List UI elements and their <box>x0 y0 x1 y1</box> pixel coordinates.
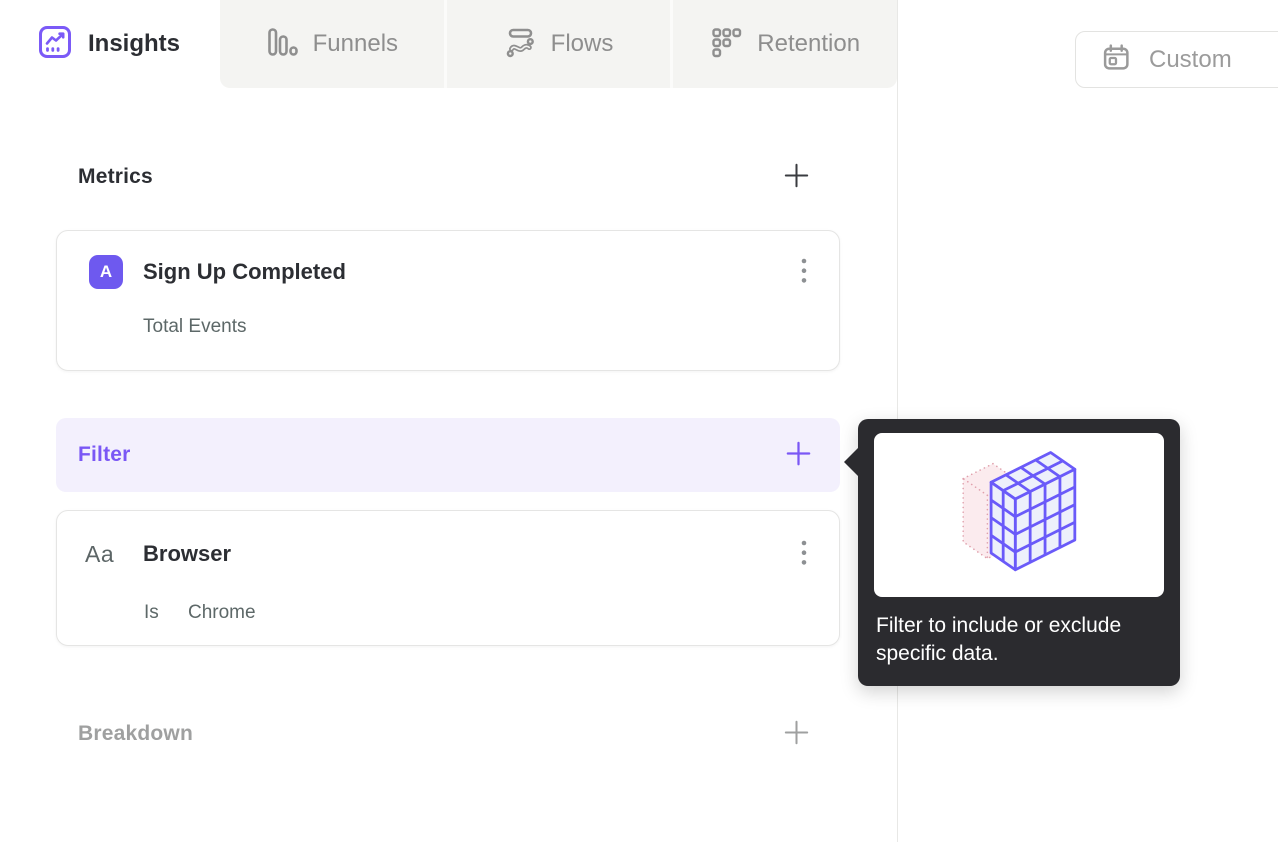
filter-tooltip: Filter to include or exclude specific da… <box>844 419 1180 686</box>
date-range-button[interactable]: Custom <box>1075 31 1278 88</box>
tab-funnels-label: Funnels <box>312 30 399 57</box>
metric-event-name: Sign Up Completed <box>143 259 346 284</box>
metric-measurement[interactable]: Total Events <box>143 316 247 338</box>
filter-card-header: Aa Browser <box>85 537 813 571</box>
tab-retention-label: Retention <box>757 30 861 57</box>
tooltip-arrow-icon <box>844 447 859 477</box>
breakdown-section-header: Breakdown <box>78 718 810 750</box>
cube-filter-illustration <box>912 439 1126 592</box>
tab-insights[interactable]: Insights <box>0 0 218 88</box>
date-range-label: Custom <box>1149 45 1232 73</box>
metric-card-header: A Sign Up Completed <box>89 255 813 289</box>
insights-report-builder: Insights Funnels Flows Retention Custom … <box>0 0 1278 842</box>
flows-icon <box>504 26 536 63</box>
plus-icon <box>783 719 810 749</box>
filter-card[interactable]: Aa Browser Is Chrome <box>56 510 840 646</box>
funnels-icon <box>266 26 298 63</box>
filter-value[interactable]: Chrome <box>188 602 256 624</box>
plus-icon <box>785 440 812 470</box>
tab-flows-label: Flows <box>550 30 614 57</box>
calendar-icon <box>1102 43 1131 77</box>
add-filter-button[interactable] <box>784 441 812 469</box>
tab-insights-label: Insights <box>88 30 181 57</box>
plus-icon <box>783 162 810 192</box>
tab-funnels[interactable]: Funnels <box>220 0 444 88</box>
text-property-icon: Aa <box>85 540 115 567</box>
tooltip-text: Filter to include or exclude specific da… <box>876 614 1122 665</box>
metric-card[interactable]: A Sign Up Completed Total Events <box>56 230 840 371</box>
insights-icon <box>38 25 72 64</box>
filter-section-row[interactable]: Filter <box>56 418 840 492</box>
filter-heading: Filter <box>78 443 131 466</box>
kebab-menu-icon <box>801 540 807 570</box>
filter-property-name: Browser <box>143 541 232 566</box>
filter-operator[interactable]: Is <box>144 602 159 624</box>
add-breakdown-button[interactable] <box>782 720 810 748</box>
filter-card-menu-button[interactable] <box>795 537 813 572</box>
kebab-menu-icon <box>801 258 807 288</box>
metric-card-menu-button[interactable] <box>795 255 813 290</box>
tab-flows[interactable]: Flows <box>443 0 671 88</box>
tab-strip: Funnels Flows Retention <box>220 0 897 88</box>
breakdown-heading: Breakdown <box>78 722 193 745</box>
tooltip-media <box>874 433 1164 597</box>
tab-retention[interactable]: Retention <box>670 0 897 88</box>
metrics-section-header: Metrics <box>78 161 810 193</box>
series-a-badge: A <box>89 255 123 289</box>
retention-icon <box>710 26 742 63</box>
metrics-heading: Metrics <box>78 165 153 188</box>
add-metric-button[interactable] <box>782 163 810 191</box>
